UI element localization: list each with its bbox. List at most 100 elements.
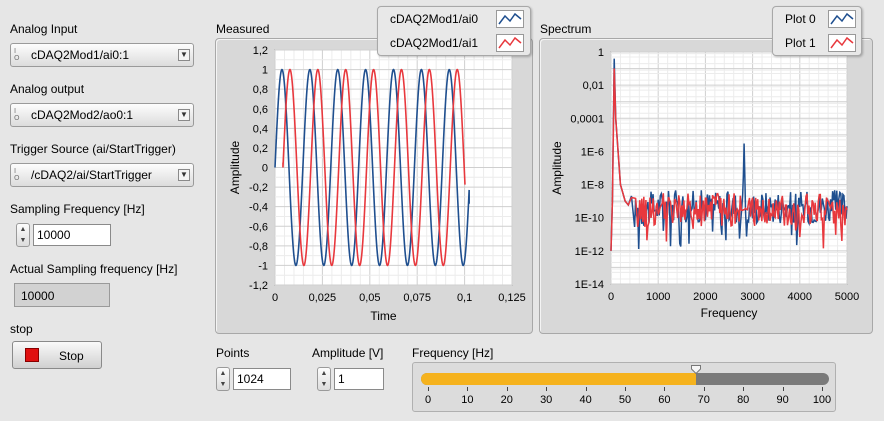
frequency-slider-tick [743, 387, 745, 391]
stop-led-icon [25, 348, 39, 362]
spectrum-y-tick-label: 1 [598, 47, 604, 59]
frequency-slider-tick [506, 387, 508, 391]
frequency-slider-tick-label: 0 [424, 394, 432, 406]
increment-decrement-icon[interactable]: ▲ ▼ [317, 367, 331, 391]
frequency-slider-tick [664, 387, 666, 391]
frequency-slider-tick-label: 10 [461, 394, 474, 406]
spectrum-graph-title: Spectrum [540, 22, 592, 36]
measured-y-tick-label: 0,8 [253, 84, 268, 96]
legend-series-1-label: cDAQ2Mod1/ai1 [390, 36, 479, 50]
frequency-slider[interactable]: 0 10 20 30 40 50 60 70 80 90 100 [412, 362, 836, 412]
frequency-slider-tick-label: 70 [697, 394, 710, 406]
measured-y-tick-label: 0,2 [253, 143, 268, 155]
io-constant-icon: IO [14, 167, 20, 182]
measured-y-tick-label: -1,2 [249, 280, 268, 292]
measured-y-tick-label: 0,6 [253, 104, 268, 116]
analog-input-value: cDAQ2Mod1/ai0:1 [31, 48, 130, 62]
sampling-frequency-input[interactable]: 10000 [33, 224, 111, 246]
trigger-source-ring[interactable]: IO /cDAQ2/ai/StartTrigger ▼ [10, 163, 194, 187]
frequency-slider-tick-label: 20 [500, 394, 513, 406]
legend-series-0-swatch [496, 10, 524, 28]
spectrum-y-tick-label: 0,0001 [570, 113, 604, 125]
frequency-slider-tick [585, 387, 587, 391]
dropdown-arrow-icon[interactable]: ▼ [178, 49, 190, 61]
frequency-slider-tick [822, 387, 823, 391]
frequency-slider-tick [428, 387, 429, 391]
analog-output-ring[interactable]: IO cDAQ2Mod2/ao0:1 ▼ [10, 103, 194, 127]
spectrum-x-axis-label: Frequency [701, 306, 758, 320]
dropdown-arrow-icon[interactable]: ▼ [178, 109, 190, 121]
spectrum-x-tick-label: 1000 [646, 291, 670, 303]
legend-series-1-swatch [496, 34, 524, 52]
frequency-slider-tick-label: 80 [737, 394, 750, 406]
frequency-slider-label: Frequency [Hz] [412, 346, 494, 360]
spectrum-x-tick-label: 2000 [693, 291, 717, 303]
points-label: Points [216, 346, 250, 360]
actual-sampling-label: Actual Sampling frequency [Hz] [10, 262, 178, 276]
frequency-slider-tick-label: 50 [618, 394, 632, 406]
legend-plot-1-label: Plot 1 [785, 36, 816, 50]
spectrum-y-tick-label: 1E-8 [581, 180, 604, 192]
spectrum-x-tick-label: 3000 [740, 291, 764, 303]
spectrum-x-tick-label: 0 [608, 291, 614, 303]
measured-y-axis-label: Amplitude [228, 141, 242, 195]
frequency-slider-tick-label: 40 [579, 394, 592, 406]
measured-y-tick-label: 1 [262, 65, 268, 77]
frequency-slider-thumb[interactable] [690, 363, 701, 375]
measured-x-tick-label: 0,05 [359, 292, 380, 304]
spectrum-x-tick-label: 5000 [835, 291, 859, 303]
points-control[interactable]: ▲ ▼ 1024 [216, 367, 294, 391]
legend-plot-0-swatch [828, 10, 856, 28]
actual-sampling-indicator: 10000 [14, 283, 110, 307]
spectrum-y-tick-label: 0,01 [583, 80, 604, 92]
measured-y-tick-label: -0,8 [249, 241, 268, 253]
amplitude-control[interactable]: ▲ ▼ 1 [317, 367, 385, 391]
measured-y-tick-label: -0,6 [249, 221, 268, 233]
measured-x-tick-label: 0,1 [457, 292, 472, 304]
measured-graph[interactable]: 1,2 1 0,8 0,6 0,4 0,2 0 -0,2 -0,4 -0,6 -0,8 -1 -1,2 0… [215, 38, 533, 334]
frequency-slider-tick [782, 387, 784, 391]
increment-decrement-icon[interactable]: ▲ ▼ [216, 367, 230, 391]
measured-y-tick-label: 0,4 [253, 123, 268, 135]
measured-y-tick-label: 0 [262, 163, 268, 175]
trigger-source-value: /cDAQ2/ai/StartTrigger [31, 168, 152, 182]
frequency-slider-tick [467, 387, 469, 391]
stop-button-label: Stop [59, 349, 84, 363]
measured-graph-title: Measured [216, 22, 270, 36]
increment-decrement-icon[interactable]: ▲ ▼ [16, 223, 30, 247]
spectrum-graph[interactable]: 1 0,01 0,0001 1E-6 1E-8 1E-10 1E-12 1E-14 0 1000 2… [539, 38, 873, 334]
measured-y-tick-label: -0,2 [249, 182, 268, 194]
frequency-slider-tick-label: 100 [812, 394, 832, 406]
stop-button[interactable]: Stop [12, 341, 102, 369]
sampling-frequency-control[interactable]: ▲ ▼ 10000 [16, 223, 112, 247]
points-input[interactable]: 1024 [233, 368, 291, 390]
spectrum-y-tick-label: 1E-10 [575, 213, 604, 225]
frequency-slider-tick-label: 30 [540, 394, 553, 406]
legend-plot-0-label: Plot 0 [785, 12, 816, 26]
analog-output-value: cDAQ2Mod2/ao0:1 [31, 108, 134, 122]
sampling-frequency-label: Sampling Frequency [Hz] [10, 202, 145, 216]
io-constant-icon: IO [14, 107, 20, 122]
dropdown-arrow-icon[interactable]: ▼ [178, 169, 190, 181]
analog-output-label: Analog output [10, 82, 85, 96]
spectrum-x-tick-label: 4000 [788, 291, 812, 303]
measured-legend[interactable]: cDAQ2Mod1/ai0 cDAQ2Mod1/ai1 [377, 6, 531, 56]
measured-x-tick-label: 0,075 [403, 292, 431, 304]
frequency-slider-tick [625, 387, 626, 391]
measured-y-tick-label: 1,2 [253, 45, 268, 57]
analog-input-ring[interactable]: IO cDAQ2Mod1/ai0:1 ▼ [10, 43, 194, 67]
measured-x-axis-label: Time [370, 309, 397, 323]
measured-y-tick-label: -1 [258, 260, 268, 272]
stop-label: stop [10, 322, 33, 336]
spectrum-legend[interactable]: Plot 0 Plot 1 [772, 6, 862, 56]
spectrum-y-axis-label: Amplitude [550, 141, 564, 195]
frequency-slider-fill [421, 373, 696, 385]
legend-plot-1-swatch [828, 34, 856, 52]
amplitude-input[interactable]: 1 [334, 368, 384, 390]
trigger-source-label: Trigger Source (ai/StartTrigger) [10, 142, 176, 156]
spectrum-y-tick-label: 1E-14 [575, 279, 604, 291]
frequency-slider-tick [546, 387, 548, 391]
measured-x-tick-label: 0 [272, 292, 278, 304]
frequency-slider-tick-label: 60 [658, 394, 671, 406]
io-constant-icon: IO [14, 47, 20, 62]
